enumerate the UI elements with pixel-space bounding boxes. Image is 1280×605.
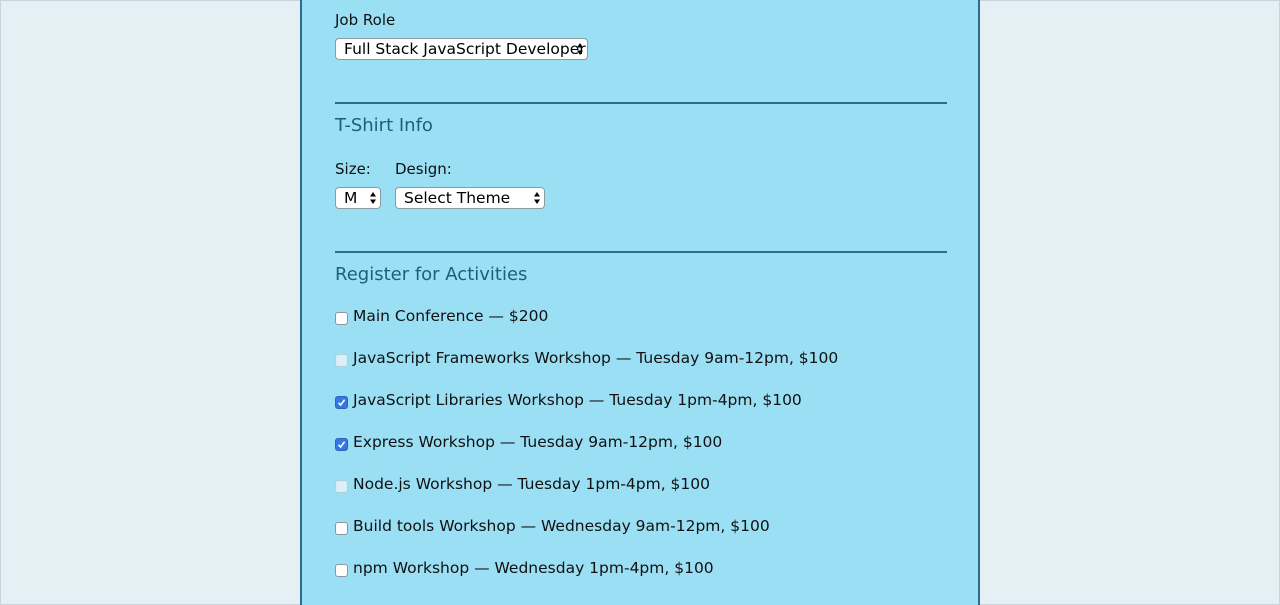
size-select[interactable]: M: [335, 187, 381, 209]
activity-checkbox[interactable]: [335, 396, 348, 409]
select-arrows-icon: [577, 43, 583, 55]
activity-checkbox[interactable]: [335, 312, 348, 325]
job-role-label: Job Role: [335, 11, 396, 29]
activity-label: Express Workshop — Tuesday 9am-12pm, $10…: [353, 433, 723, 451]
activity-label: JavaScript Libraries Workshop — Tuesday …: [353, 391, 802, 409]
checkmark-icon: [337, 441, 346, 449]
registration-form: Job Role Full Stack JavaScript Developer…: [300, 0, 980, 605]
activity-checkbox[interactable]: [335, 564, 348, 577]
tshirt-section-title: T-Shirt Info: [335, 115, 433, 136]
activity-label: Node.js Workshop — Tuesday 1pm-4pm, $100: [353, 475, 710, 493]
activity-label: Build tools Workshop — Wednesday 9am-12p…: [353, 517, 770, 535]
size-label: Size:: [335, 160, 371, 178]
checkmark-icon: [337, 399, 346, 407]
section-divider: [335, 102, 947, 104]
design-select[interactable]: Select Theme: [395, 187, 545, 209]
activity-label: JavaScript Frameworks Workshop — Tuesday…: [353, 349, 839, 367]
size-select-value: M: [344, 189, 358, 207]
job-role-select[interactable]: Full Stack JavaScript Developer: [335, 38, 588, 60]
activity-checkbox[interactable]: [335, 522, 348, 535]
select-arrows-icon: [534, 192, 540, 204]
activity-checkbox[interactable]: [335, 438, 348, 451]
job-role-select-value: Full Stack JavaScript Developer: [344, 40, 586, 58]
activity-label: Main Conference — $200: [353, 307, 549, 325]
section-divider: [335, 251, 947, 253]
select-arrows-icon: [370, 192, 376, 204]
design-select-value: Select Theme: [404, 189, 511, 207]
activities-section-title: Register for Activities: [335, 264, 528, 285]
activity-checkbox[interactable]: [335, 354, 348, 367]
activity-label: npm Workshop — Wednesday 1pm-4pm, $100: [353, 559, 714, 577]
activity-checkbox[interactable]: [335, 480, 348, 493]
design-label: Design:: [395, 160, 452, 178]
